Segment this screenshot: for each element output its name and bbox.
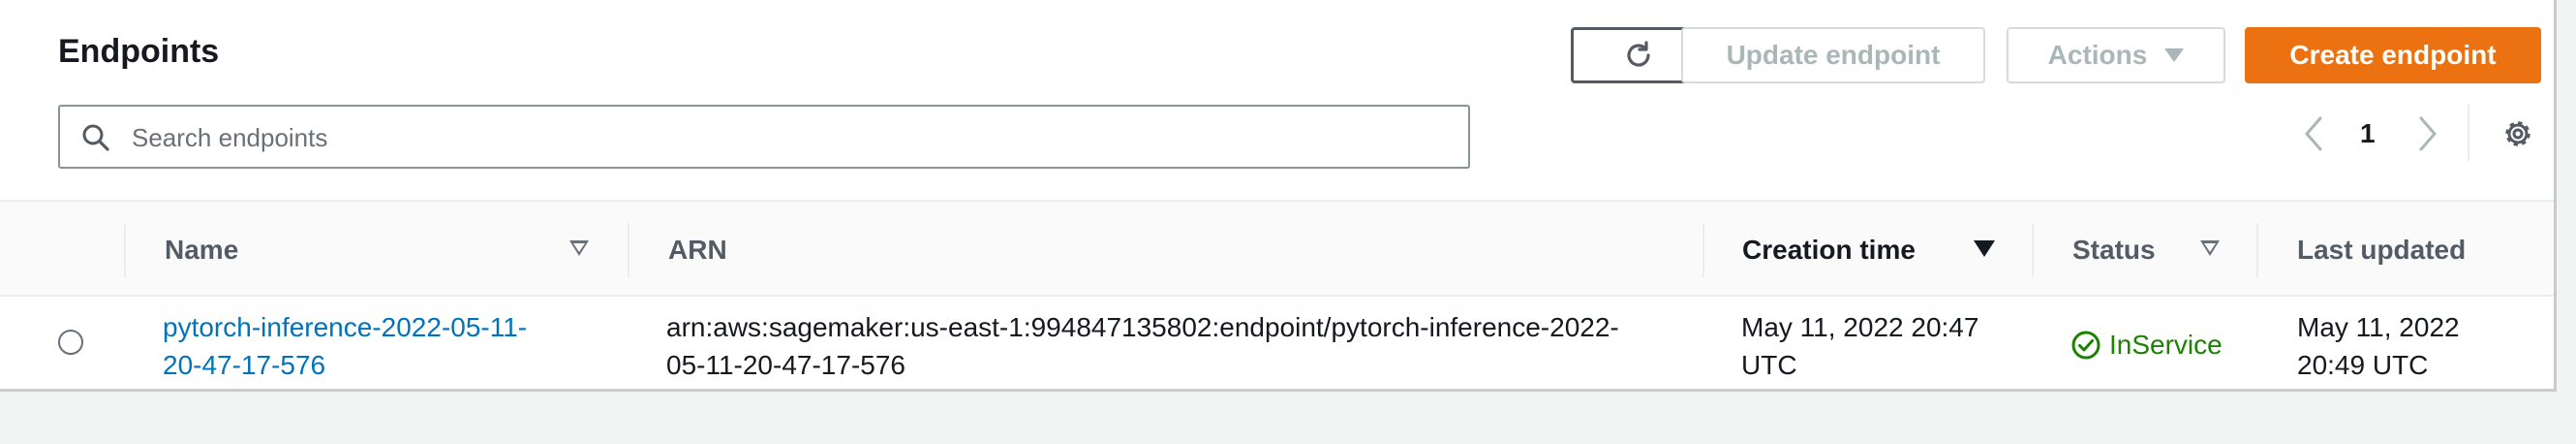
- search-icon: [82, 124, 109, 151]
- column-divider: [124, 223, 126, 277]
- column-header-name[interactable]: Name: [165, 235, 238, 266]
- creation-time-line1: May 11, 2022 20:47: [1741, 312, 1979, 342]
- status-badge: InService: [2070, 326, 2223, 364]
- page-number[interactable]: 1: [2360, 118, 2376, 149]
- caret-down-icon: [2164, 48, 2185, 62]
- previous-page-icon[interactable]: [2301, 114, 2326, 153]
- gear-icon[interactable]: [2500, 116, 2535, 151]
- refresh-icon: [1627, 41, 1650, 67]
- creation-time: May 11, 2022 20:47 UTC: [1741, 308, 1978, 384]
- creation-time-line2: UTC: [1741, 350, 1797, 380]
- sort-icon[interactable]: [2200, 240, 2220, 256]
- table-header: Name ARN Creation time Status Last updat…: [0, 200, 2554, 297]
- row-select-radio[interactable]: [58, 330, 83, 355]
- last-updated-line1: May 11, 2022: [2297, 312, 2460, 342]
- next-page-icon[interactable]: [2415, 114, 2440, 153]
- search-field[interactable]: Search endpoints: [58, 105, 1470, 169]
- endpoint-name-line1: pytorch-inference-2022-05-11-: [163, 312, 528, 342]
- column-divider: [2032, 223, 2034, 277]
- column-header-creation-time[interactable]: Creation time: [1742, 235, 1916, 266]
- column-header-arn: ARN: [668, 235, 727, 265]
- column-divider: [2256, 223, 2258, 277]
- arn-line1: arn:aws:sagemaker:us-east-1:994847135802…: [666, 312, 1619, 342]
- endpoints-panel: Endpoints Update endpoint Actions Create…: [0, 0, 2557, 392]
- actions-dropdown[interactable]: Actions: [2007, 27, 2225, 83]
- arn-line2: 05-11-20-47-17-576: [666, 350, 905, 380]
- check-circle-icon: [2071, 331, 2101, 359]
- endpoint-name-link[interactable]: pytorch-inference-2022-05-11- 20-47-17-5…: [163, 308, 527, 384]
- last-updated: May 11, 2022 20:49 UTC: [2297, 308, 2460, 384]
- column-divider: [1702, 223, 1704, 277]
- actions-label: Actions: [2047, 40, 2148, 70]
- endpoint-arn: arn:aws:sagemaker:us-east-1:994847135802…: [666, 308, 1619, 384]
- table-row[interactable]: pytorch-inference-2022-05-11- 20-47-17-5…: [0, 297, 2554, 390]
- page-title: Endpoints: [58, 33, 220, 70]
- last-updated-line2: 20:49 UTC: [2297, 350, 2429, 380]
- update-endpoint-button[interactable]: Update endpoint: [1681, 27, 1985, 83]
- column-header-status[interactable]: Status: [2072, 235, 2156, 266]
- column-divider: [628, 223, 629, 277]
- column-header-last-updated[interactable]: Last updated: [2297, 235, 2466, 266]
- create-endpoint-button[interactable]: Create endpoint: [2245, 27, 2541, 83]
- status-text: InService: [2109, 330, 2223, 360]
- sort-icon[interactable]: [569, 240, 589, 256]
- sort-desc-icon[interactable]: [1974, 240, 1995, 257]
- pager-divider: [2468, 105, 2469, 161]
- endpoint-name-line2: 20-47-17-576: [163, 350, 326, 380]
- search-input[interactable]: Search endpoints: [132, 123, 327, 153]
